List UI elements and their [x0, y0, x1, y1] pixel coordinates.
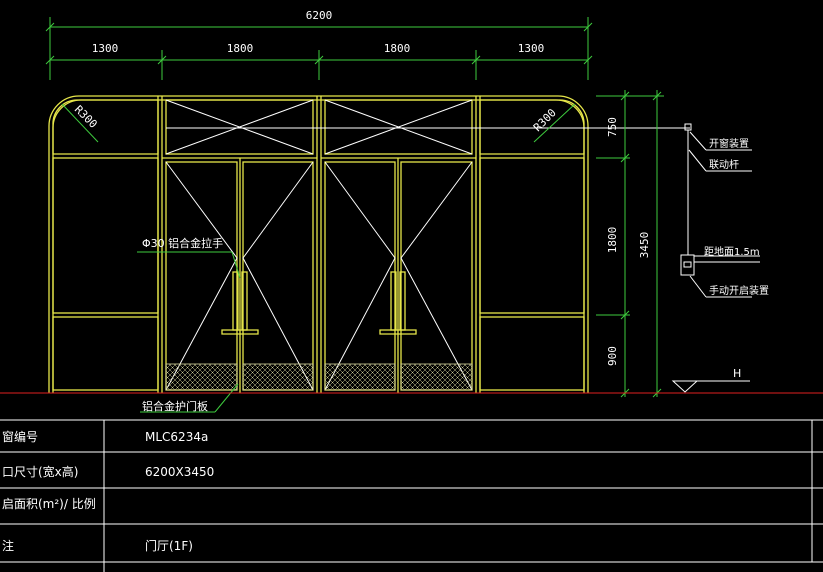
handle-callout-label: Φ30 铝合金拉手 [142, 236, 223, 250]
table-row-value: 6200X3450 [145, 465, 214, 479]
opener-label: 开窗装置 [709, 137, 749, 150]
vertical-dimension-chain: 750 1800 900 3450 [596, 90, 664, 398]
height-segment-dimension: 1800 [606, 227, 619, 254]
door-leaves [165, 158, 473, 393]
radius-annotations: R300 R300 [61, 103, 576, 143]
radius-label: R300 [531, 106, 559, 134]
cad-drawing-canvas: 6200 1300 1800 1800 1300 R300 R300 Φ30 铝… [0, 9, 823, 572]
width-segment-dimension: 1300 [92, 42, 119, 55]
overall-height-dimension: 3450 [638, 232, 651, 259]
top-dimension-chain: 6200 1300 1800 1800 1300 [45, 9, 593, 80]
overall-width-dimension: 6200 [306, 9, 333, 22]
table-row-label: 注 [2, 538, 14, 553]
height-above-floor-label: 距地面1.5m [704, 245, 760, 258]
kick-plates [165, 363, 473, 391]
door-schedule-table: 窗编号 MLC6234a 口尺寸(宽x高) 6200X3450 启面积(m²)/… [0, 419, 823, 572]
window-opener-device: 开窗装置 联动杆 距地面1.5m 手动开启装置 [680, 123, 769, 298]
manual-opener-label: 手动开启装置 [709, 284, 769, 297]
table-row-label: 窗编号 [2, 429, 38, 444]
table-row-label: 口尺寸(宽x高) [2, 464, 78, 479]
door-handles [221, 271, 417, 335]
ground-level-label: H [733, 367, 741, 380]
width-segment-dimension: 1800 [384, 42, 411, 55]
radius-label: R300 [72, 103, 100, 131]
height-segment-dimension: 750 [606, 117, 619, 137]
width-segment-dimension: 1800 [227, 42, 254, 55]
table-row-label: 启面积(m²)/ 比例 [2, 497, 96, 511]
height-segment-dimension: 900 [606, 346, 619, 366]
right-side-panel [475, 96, 585, 393]
kick-plate-callout-label: 铝合金护门板 [142, 399, 208, 413]
table-row-value: MLC6234a [145, 430, 208, 444]
width-segment-dimension: 1300 [518, 42, 545, 55]
linkage-rod-label: 联动杆 [709, 159, 739, 171]
table-row-value: 门厅(1F) [145, 538, 193, 553]
